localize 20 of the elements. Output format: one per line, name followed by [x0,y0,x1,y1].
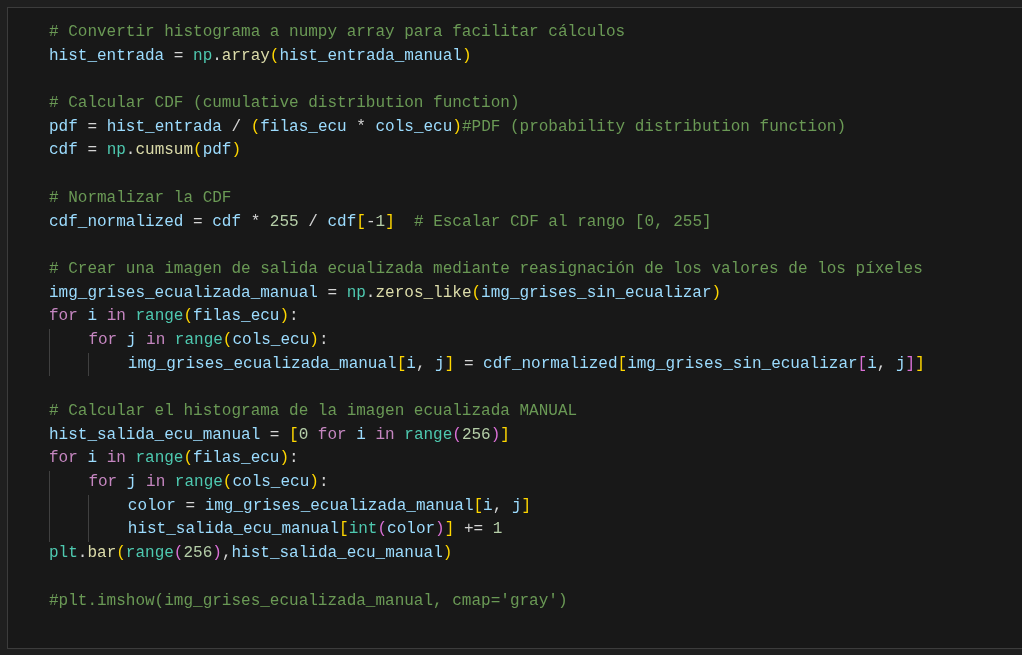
code-line: hist_salida_ecu_manual[int(color)] += 1 [49,518,503,543]
code-line: # Calcular CDF (cumulative distribution function) [49,93,520,115]
code-line: for i in range(filas_ecu): [49,448,299,470]
code-line: pdf = hist_entrada / (filas_ecu * cols_ecu)#PDF (probability distribution function) [49,116,846,138]
code-line: for j in range(cols_ecu): [49,328,329,353]
code-line: img_grises_ecualizada_manual[i, j] = cdf_normalized[img_grises_sin_ecualizar[i, j]] [49,352,925,377]
code-line: cdf = np.cumsum(pdf) [49,140,242,162]
code-line: for j in range(cols_ecu): [49,471,329,495]
code-line: color = img_grises_ecualizada_manual[i, j] [49,494,532,519]
code-line: hist_entrada = np.array(hist_entrada_manual) [49,45,472,67]
code-line: # Normalizar la CDF [49,187,232,209]
code-line: #plt.imshow(img_grises_ecualizada_manual, cmap='gray') [49,590,568,612]
code-line: # Convertir histograma a numpy array para facilitar cálculos [49,22,626,43]
code-line: # Crear una imagen de salida ecualizada mediante reasignación de los valores de los píxeles [49,258,923,280]
code-line: for i in range(filas_ecu): [49,306,299,328]
code-line: # Calcular el histograma de la imagen ecualizada MANUAL [49,401,578,422]
code-line: hist_salida_ecu_manual = [0 for i in range(256)] [49,424,510,446]
code-line: plt.bar(range(256),hist_salida_ecu_manual) [49,543,453,565]
code-line: img_grises_ecualizada_manual = np.zeros_like(img_grises_sin_ecualizar) [49,282,722,304]
code-line: cdf_normalized = cdf * 255 / cdf[-1] # Escalar CDF al rango [0, 255] [49,211,712,233]
